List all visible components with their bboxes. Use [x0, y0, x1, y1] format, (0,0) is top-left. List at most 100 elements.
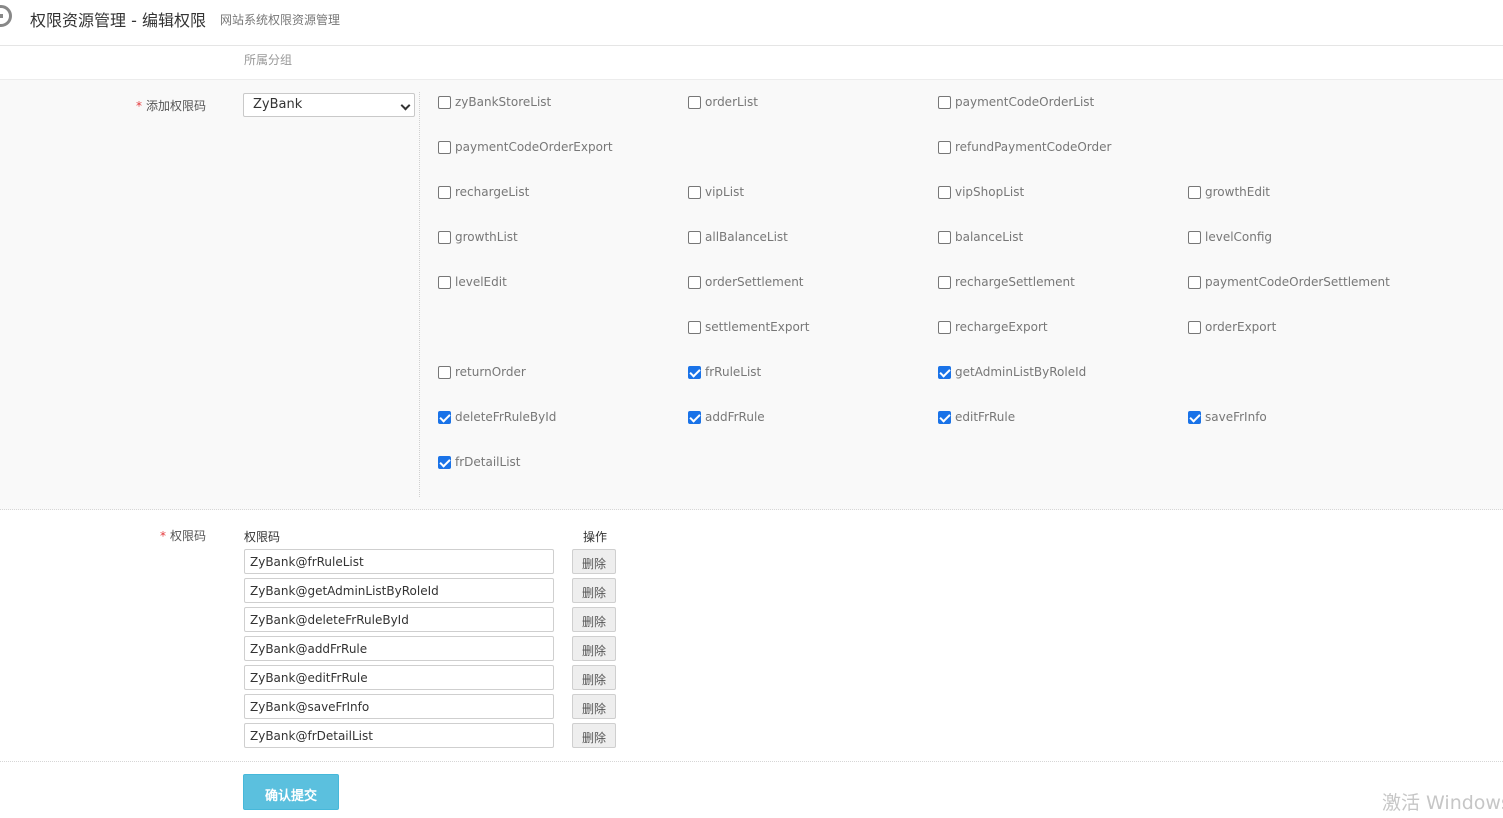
permission-checkbox-item[interactable]: allBalanceList [688, 230, 788, 244]
permission-checkbox[interactable] [938, 95, 951, 109]
permission-checkbox-item[interactable]: frRuleList [688, 365, 761, 379]
permission-checkbox[interactable] [438, 455, 451, 469]
permission-checkbox-item[interactable]: returnOrder [438, 365, 526, 379]
permission-checkbox-item[interactable]: refundPaymentCodeOrder [938, 140, 1111, 154]
permission-checkbox-item[interactable]: rechargeExport [938, 320, 1048, 334]
permission-code-input[interactable]: ZyBank@saveFrInfo [244, 694, 554, 719]
permission-checkbox[interactable] [688, 185, 701, 199]
delete-button[interactable]: 删除 [572, 694, 616, 719]
permission-checkbox[interactable] [438, 185, 451, 199]
permission-checkbox-label: deleteFrRuleById [455, 410, 557, 424]
permission-checkbox-label: paymentCodeOrderExport [455, 140, 613, 154]
permission-checkbox[interactable] [1188, 230, 1201, 244]
required-mark: * [136, 99, 142, 113]
permission-checkbox-label: refundPaymentCodeOrder [955, 140, 1112, 154]
permission-code-input[interactable]: ZyBank@addFrRule [244, 636, 554, 661]
permission-checkbox-item[interactable]: settlementExport [688, 320, 809, 334]
permission-checkbox-label: growthEdit [1205, 185, 1270, 199]
permission-checkbox-item[interactable]: deleteFrRuleById [438, 410, 556, 424]
permission-checkbox-item[interactable]: editFrRule [938, 410, 1015, 424]
permission-checkbox-item[interactable]: addFrRule [688, 410, 765, 424]
delete-button[interactable]: 删除 [572, 578, 616, 603]
permission-code-input[interactable]: ZyBank@editFrRule [244, 665, 554, 690]
permission-checkbox[interactable] [938, 410, 951, 424]
permission-checkbox-label: orderExport [1205, 320, 1277, 334]
permission-checkbox-item[interactable]: orderSettlement [688, 275, 804, 289]
permission-checkbox[interactable] [938, 230, 951, 244]
permission-checkbox[interactable] [438, 230, 451, 244]
permission-checkbox-item[interactable]: rechargeList [438, 185, 529, 199]
permission-checkbox[interactable] [688, 230, 701, 244]
permission-checkbox-item[interactable]: saveFrInfo [1188, 410, 1267, 424]
permission-checkbox[interactable] [1188, 320, 1201, 334]
permission-checkbox-label: orderSettlement [705, 275, 804, 289]
permission-checkbox-item[interactable]: levelConfig [1188, 230, 1272, 244]
permission-checkbox[interactable] [938, 275, 951, 289]
permission-checkbox[interactable] [438, 410, 451, 424]
delete-button[interactable]: 删除 [572, 549, 616, 574]
required-mark: * [160, 529, 166, 543]
permission-checkbox-item[interactable]: levelEdit [438, 275, 507, 289]
permission-checkbox-item[interactable]: paymentCodeOrderList [938, 95, 1094, 109]
permission-checkbox[interactable] [688, 365, 701, 379]
permission-checkbox[interactable] [938, 185, 951, 199]
permission-checkbox[interactable] [438, 365, 451, 379]
permission-checkbox-item[interactable]: frDetailList [438, 455, 520, 469]
permission-checkbox[interactable] [688, 95, 701, 109]
permission-checkbox-item[interactable]: orderExport [1188, 320, 1276, 334]
permission-checkbox-item[interactable]: getAdminListByRoleId [938, 365, 1086, 379]
permission-checkbox[interactable] [438, 140, 451, 154]
permission-checkbox-item[interactable]: rechargeSettlement [938, 275, 1075, 289]
permission-checkbox[interactable] [688, 275, 701, 289]
permission-checkbox-item[interactable]: paymentCodeOrderExport [438, 140, 613, 154]
permission-checkbox-item[interactable]: orderList [688, 95, 758, 109]
permission-checkbox[interactable] [938, 320, 951, 334]
permission-checkbox-label: settlementExport [705, 320, 810, 334]
permission-checkbox-label: balanceList [955, 230, 1024, 244]
permission-checkbox-item[interactable]: balanceList [938, 230, 1023, 244]
permission-checkbox[interactable] [688, 320, 701, 334]
permission-checkbox-label: allBalanceList [705, 230, 788, 244]
back-circle-icon[interactable] [0, 5, 12, 27]
permission-checkbox-item[interactable]: growthEdit [1188, 185, 1270, 199]
delete-button[interactable]: 删除 [572, 636, 616, 661]
permission-code-input[interactable]: ZyBank@getAdminListByRoleId [244, 578, 554, 603]
permission-checkbox-label: zyBankStoreList [455, 95, 552, 109]
permission-checkbox[interactable] [1188, 410, 1201, 424]
permission-checkbox[interactable] [438, 275, 451, 289]
permission-checkbox[interactable] [938, 140, 951, 154]
permission-checkbox[interactable] [1188, 275, 1201, 289]
module-select-value: ZyBank [253, 97, 303, 112]
permission-checkbox-item[interactable]: vipShopList [938, 185, 1024, 199]
permission-checkbox-label: levelConfig [1205, 230, 1273, 244]
permission-code-input[interactable]: ZyBank@frDetailList [244, 723, 554, 748]
permission-checkbox-label: frRuleList [705, 365, 762, 379]
permission-checkbox-item[interactable]: paymentCodeOrderSettlement [1188, 275, 1390, 289]
delete-button[interactable]: 删除 [572, 665, 616, 690]
codes-label: * 权限码 [160, 527, 206, 544]
permission-checkbox-label: returnOrder [455, 365, 526, 379]
delete-button[interactable]: 删除 [572, 607, 616, 632]
permission-checkbox[interactable] [688, 410, 701, 424]
permission-checkbox-item[interactable]: zyBankStoreList [438, 95, 551, 109]
page-subtitle: 网站系统权限资源管理 [220, 13, 341, 27]
column-header-code: 权限码 [244, 530, 281, 544]
permission-checkbox-label: levelEdit [455, 275, 507, 289]
permission-checkbox-label: addFrRule [705, 410, 765, 424]
permission-checkbox-item[interactable]: growthList [438, 230, 518, 244]
permission-code-input[interactable]: ZyBank@deleteFrRuleById [244, 607, 554, 632]
add-code-label: * 添加权限码 [136, 97, 206, 114]
permission-checkbox[interactable] [1188, 185, 1201, 199]
permission-code-input[interactable]: ZyBank@frRuleList [244, 549, 554, 574]
permission-checkbox-item[interactable]: vipList [688, 185, 744, 199]
permission-checkbox-label: paymentCodeOrderList [955, 95, 1095, 109]
add-code-label-text: 添加权限码 [146, 99, 207, 113]
vertical-divider [419, 92, 420, 497]
submit-button[interactable]: 确认提交 [243, 774, 339, 810]
module-select[interactable]: ZyBank [243, 93, 415, 117]
delete-button[interactable]: 删除 [572, 723, 616, 748]
permission-checkbox-label: vipShopList [955, 185, 1025, 199]
column-header-action: 操作 [583, 530, 608, 544]
permission-checkbox[interactable] [938, 365, 951, 379]
permission-checkbox[interactable] [438, 95, 451, 109]
